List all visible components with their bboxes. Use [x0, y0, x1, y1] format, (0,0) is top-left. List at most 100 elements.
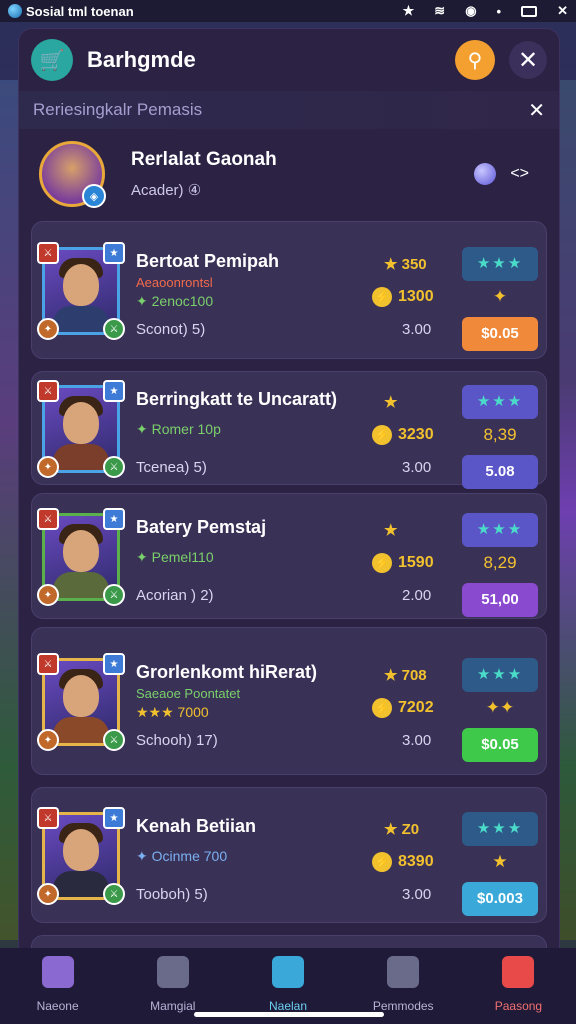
rank-icon: ★ [103, 242, 125, 264]
dot-icon: • [496, 3, 502, 19]
card-rating-value: ★ [492, 852, 508, 871]
coin-amount: 1590 [398, 554, 434, 571]
status-bar: Sosial tml toenan ★ ≋ ◉ • ✕ [0, 0, 576, 22]
item-card[interactable]: ⚔ ★ ✦ ⚔ Bertoat Pemipah Aeaoonrontsl ✦ 2… [31, 221, 547, 359]
item-card[interactable]: ⚔ ★ ✦ ⚔ Kenah Betiian ✦ Ocinme 700 Toobo… [31, 787, 547, 923]
nav-label: Naeone [36, 999, 79, 1013]
nav-icon [502, 956, 535, 988]
coin-icon: ⚡ [372, 852, 392, 872]
close-button[interactable]: ✕ [509, 41, 547, 79]
nav-label: Pemmodes [372, 999, 434, 1013]
card-meta: Acorian ) 2) [136, 587, 214, 604]
swap-icon[interactable]: <> [510, 165, 529, 183]
item-card[interactable]: ⚔ ★ ✦ ⚔ Grorlenkomt hiRerat) Saeaoe Poon… [31, 627, 547, 775]
shop-panel: 🛒 Barhgmde ⚲ ✕ Reriesingkalr Pemasis ✕ ◈… [18, 28, 560, 968]
home-indicator [194, 1012, 384, 1017]
body [53, 444, 109, 470]
buy-button[interactable]: $0.003 [462, 882, 538, 916]
body [53, 306, 109, 332]
card-subtitle: Saeaoe Poontatet [136, 686, 241, 701]
character-portrait: ⚔ ★ ✦ ⚔ [37, 508, 125, 606]
face [63, 530, 99, 572]
avatar-badge-icon: ◈ [82, 184, 106, 208]
card-rating-stars: ★★★ [462, 247, 538, 281]
body [53, 717, 109, 743]
card-title: Bertoat Pemipah [136, 251, 280, 271]
card-rating-value: ✦✦ [485, 698, 515, 717]
body [53, 871, 109, 897]
card-rating-value: 8,29 [483, 553, 517, 572]
card-stat: ✦ Pemel110 [136, 549, 214, 565]
skill-icon: ✦ [37, 318, 59, 340]
subheader: Reriesingkalr Pemasis ✕ [19, 91, 559, 129]
card-meta: Tcenea) 5) [136, 459, 207, 476]
card-star-rating: ★ [384, 522, 398, 539]
character-portrait: ⚔ ★ ✦ ⚔ [37, 380, 125, 478]
coin-amount: 7202 [398, 699, 434, 716]
card-price: 3.00 [402, 732, 432, 749]
skill-icon: ✦ [37, 729, 59, 751]
card-rating-stars: ★★★ [462, 385, 538, 419]
item-card[interactable]: ⚔ ★ ✦ ⚔ Batery Pemstaj ✦ Pemel110 Acoria… [31, 493, 547, 619]
card-star-rating: ★ 708 [384, 667, 427, 684]
character-portrait: ⚔ ★ ✦ ⚔ [37, 807, 125, 905]
close-icon: ✕ [517, 46, 539, 74]
coin-icon: ⚡ [372, 425, 392, 445]
weapon-icon: ⚔ [103, 584, 125, 606]
nav-label: Naelan [268, 999, 308, 1013]
rank-icon: ★ [103, 653, 125, 675]
card-meta: Sconot) 5) [136, 321, 206, 338]
card-coins: ⚡ 1300 [372, 287, 434, 307]
globe-icon [8, 4, 22, 18]
class-icon: ⚔ [37, 380, 59, 402]
buy-button[interactable]: $0.05 [462, 317, 538, 351]
card-stat: ✦ Romer 10p [136, 421, 221, 437]
nav-label: Paasong [494, 999, 543, 1013]
buy-button[interactable]: 5.08 [462, 455, 538, 489]
class-icon: ⚔ [37, 653, 59, 675]
face [63, 402, 99, 444]
class-icon: ⚔ [37, 807, 59, 829]
notification-icon: ★ [402, 3, 415, 18]
close-icon[interactable]: ✕ [557, 3, 568, 19]
card-rating-stars: ★★★ [462, 658, 538, 692]
card-coins: ⚡ 8390 [372, 852, 434, 872]
coin-icon: ⚡ [372, 698, 392, 718]
card-star-rating: ★ [384, 394, 398, 411]
card-rating-stars: ★★★ [462, 812, 538, 846]
nav-icon [387, 956, 420, 988]
page-title: Barhgmde [87, 47, 196, 72]
skill-icon: ✦ [37, 883, 59, 905]
coin-amount: 1300 [398, 288, 434, 305]
profile-row[interactable]: ◈ Rerlalat Gaonah Acader) ④ <> [19, 129, 559, 219]
card-title: Kenah Betiian [136, 816, 257, 836]
face [63, 264, 99, 306]
buy-button[interactable]: 51,00 [462, 583, 538, 617]
card-title: Batery Pemstaj [136, 517, 267, 537]
face [63, 829, 99, 871]
sync-icon: ◉ [465, 3, 477, 18]
status-app-name: Sosial tml toenan [26, 3, 134, 19]
subheader-close-icon[interactable]: ✕ [528, 98, 545, 123]
nav-item[interactable]: Paasong [461, 948, 576, 1024]
card-title: Grorlenkomt hiRerat) [136, 662, 318, 682]
card-star-rating: ★ 350 [384, 256, 427, 273]
face [63, 675, 99, 717]
coin-amount: 3230 [398, 426, 434, 443]
class-icon: ⚔ [37, 242, 59, 264]
item-card[interactable]: ⚔ ★ ✦ ⚔ Berringkatt te Uncaratt) ✦ Romer… [31, 371, 547, 489]
weapon-icon: ⚔ [103, 318, 125, 340]
rank-icon: ★ [103, 380, 125, 402]
card-coins: ⚡ 1590 [372, 553, 434, 573]
nav-label: Mamgial [150, 999, 196, 1013]
card-price: 3.00 [402, 321, 432, 338]
card-coins: ⚡ 3230 [372, 425, 434, 445]
card-subtitle: Aeaoonrontsl [136, 275, 213, 290]
card-stat: ✦ Ocinme 700 [136, 848, 228, 864]
card-price: 2.00 [402, 587, 432, 604]
search-button[interactable]: ⚲ [455, 40, 495, 80]
buy-button[interactable]: $0.05 [462, 728, 538, 762]
nav-item[interactable]: Naeone [0, 948, 115, 1024]
card-meta: Tooboh) 5) [136, 886, 208, 903]
card-rating-value: ✦ [492, 287, 508, 306]
